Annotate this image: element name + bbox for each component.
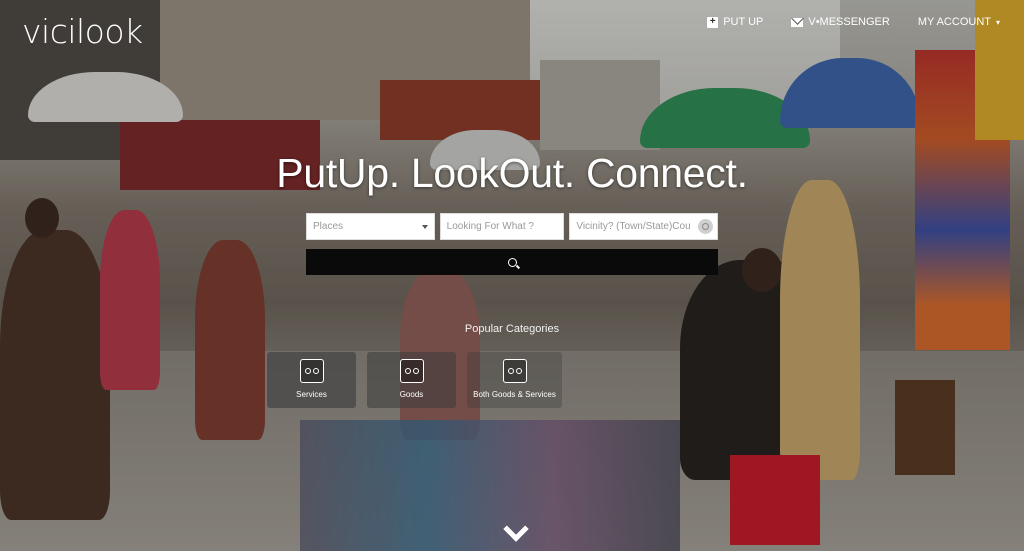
vicinity-placeholder: Vicinity? (Town/State)Cou [576, 221, 691, 232]
top-nav: + PUT UP V•MESSENGER MY ACCOUNT ▾ [707, 16, 1000, 28]
dropdown-arrow-icon [421, 224, 428, 229]
category-list: Services Goods Both Goods & Services [267, 352, 562, 408]
popular-categories-heading: Popular Categories [464, 323, 560, 335]
double-eye-icon [502, 359, 527, 383]
category-label: Goods [399, 390, 424, 399]
places-select[interactable]: Places [306, 213, 435, 240]
category-goods[interactable]: Goods [367, 352, 456, 408]
envelope-icon [791, 17, 804, 27]
search-button[interactable] [306, 249, 718, 275]
double-eye-icon [299, 359, 324, 383]
messenger-link[interactable]: V•MESSENGER [791, 16, 890, 28]
search-form: Places Looking For What ? Vicinity? (Tow… [306, 213, 718, 240]
double-eye-icon [399, 359, 424, 383]
messenger-label: V•MESSENGER [808, 16, 890, 28]
category-label: Services [296, 390, 327, 399]
background-overlay [0, 0, 1024, 551]
put-up-label: PUT UP [723, 16, 764, 28]
search-icon [507, 257, 517, 267]
category-both-goods-services[interactable]: Both Goods & Services [467, 352, 562, 408]
category-services[interactable]: Services [267, 352, 356, 408]
category-label: Both Goods & Services [473, 390, 556, 399]
vicilook-logo[interactable]: vicilook [22, 12, 143, 51]
hero-headline: PutUp. LookOut. Connect. [276, 150, 748, 196]
plus-square-icon: + [707, 16, 719, 28]
locate-icon[interactable] [698, 219, 713, 234]
looking-for-input[interactable]: Looking For What ? [439, 213, 565, 240]
put-up-link[interactable]: + PUT UP [707, 16, 763, 28]
vicinity-input[interactable]: Vicinity? (Town/State)Cou [569, 213, 718, 240]
my-account-label: MY ACCOUNT [917, 16, 991, 28]
looking-for-placeholder: Looking For What ? [446, 221, 534, 232]
caret-down-icon: ▾ [995, 17, 1000, 27]
chevron-down-icon[interactable] [500, 520, 530, 544]
my-account-menu[interactable]: MY ACCOUNT ▾ [918, 16, 1000, 28]
places-placeholder: Places [313, 221, 344, 232]
